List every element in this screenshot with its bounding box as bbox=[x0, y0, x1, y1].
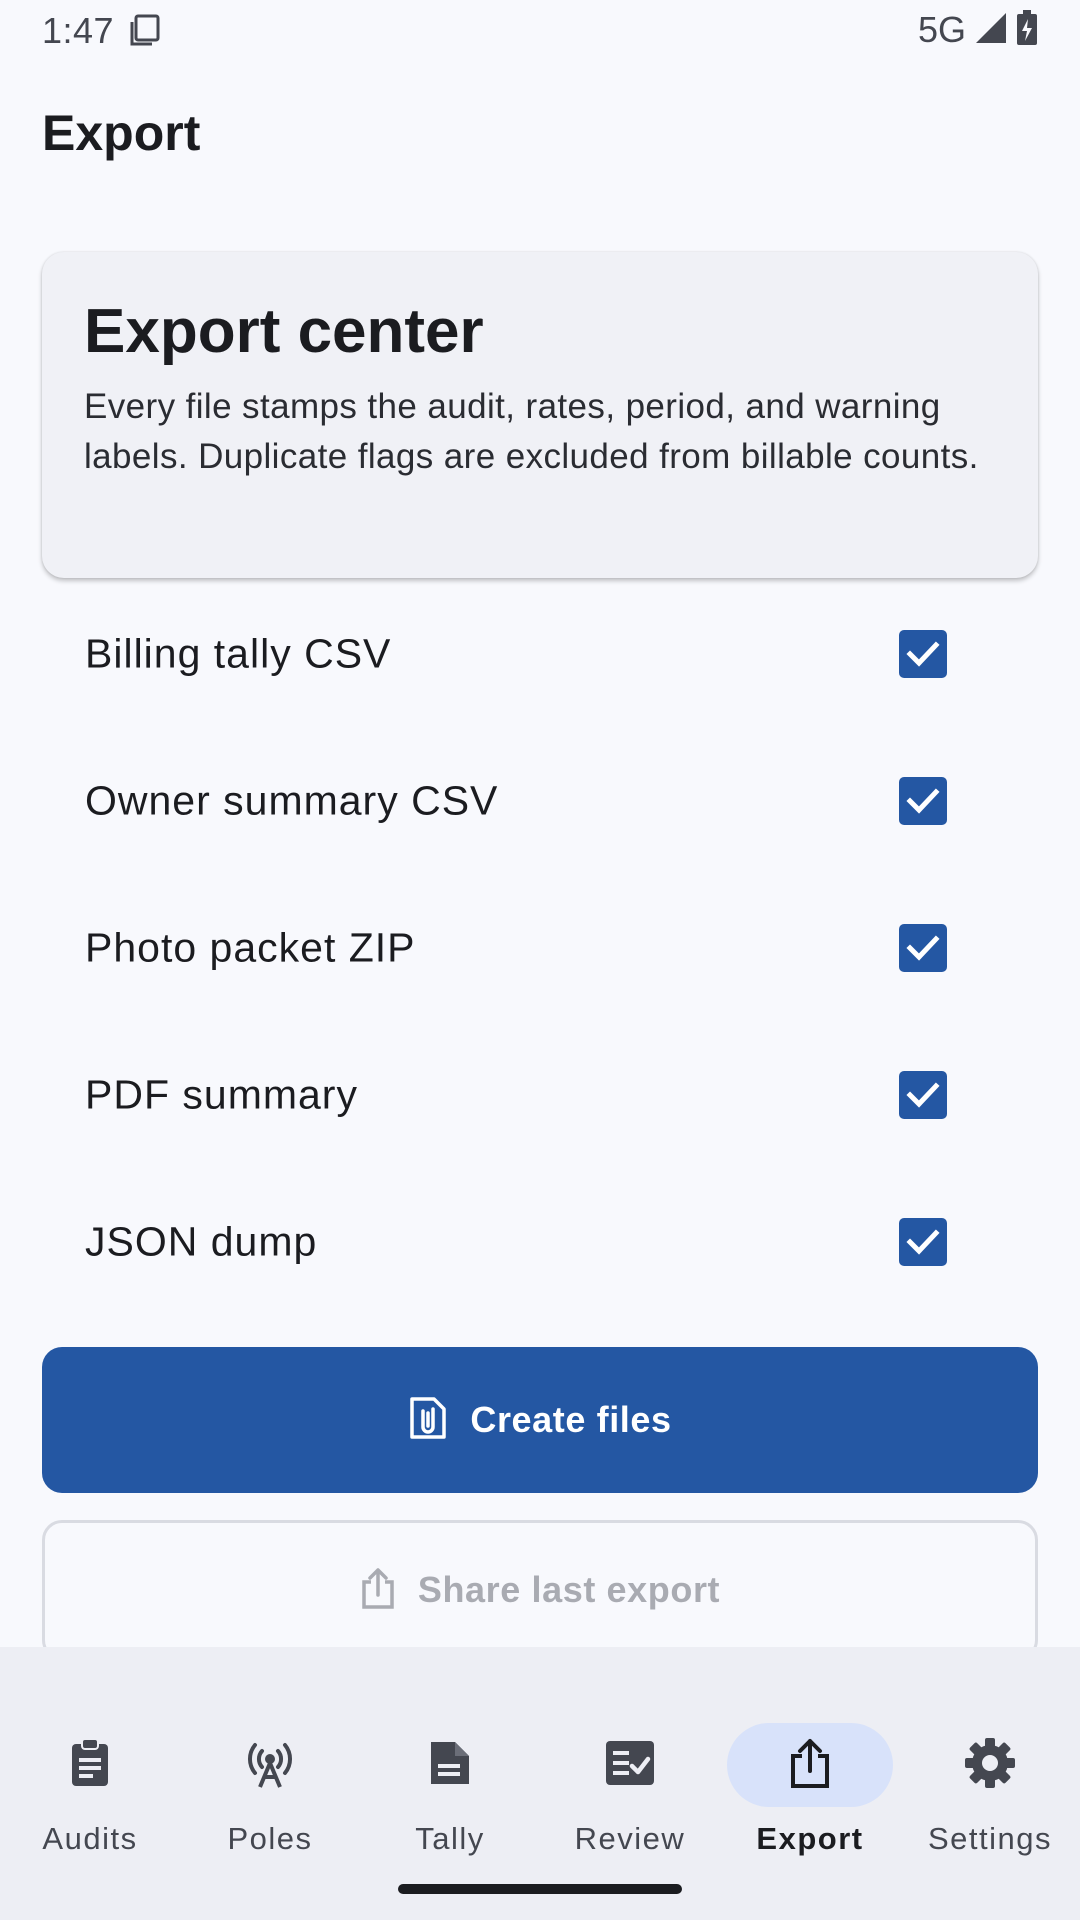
page-title: Export bbox=[42, 105, 201, 161]
export-options-list: Billing tally CSV Owner summary CSV Phot… bbox=[0, 580, 1080, 1315]
battery-icon bbox=[1016, 9, 1038, 51]
share-last-export-button[interactable]: Share last export bbox=[42, 1520, 1038, 1660]
option-label: JSON dump bbox=[85, 1218, 318, 1264]
nav-label: Poles bbox=[227, 1821, 313, 1856]
card-description: Every file stamps the audit, rates, peri… bbox=[84, 387, 979, 476]
status-icons: 5G bbox=[917, 9, 1038, 51]
nav-item-tally[interactable]: Tally bbox=[360, 1685, 540, 1856]
nav-pill bbox=[7, 1723, 173, 1807]
nav-pill bbox=[907, 1723, 1073, 1807]
status-time: 1:47 bbox=[42, 10, 115, 51]
share-icon bbox=[360, 1566, 396, 1615]
nav-item-audits[interactable]: Audits bbox=[0, 1685, 180, 1856]
checklist-icon bbox=[604, 1739, 656, 1792]
attach-file-icon bbox=[408, 1395, 448, 1446]
option-label: Billing tally CSV bbox=[85, 630, 392, 676]
create-files-button[interactable]: Create files bbox=[42, 1347, 1038, 1493]
checkbox-checked[interactable] bbox=[899, 629, 947, 678]
nav-item-review[interactable]: Review bbox=[540, 1685, 720, 1856]
export-center-card: Export center Every file stamps the audi… bbox=[42, 252, 1038, 578]
checkbox-checked[interactable] bbox=[899, 776, 947, 825]
option-billing-tally-csv[interactable]: Billing tally CSV bbox=[0, 580, 1080, 727]
checkbox-checked[interactable] bbox=[899, 1070, 947, 1119]
checkbox-checked[interactable] bbox=[899, 1217, 947, 1266]
antenna-icon bbox=[242, 1737, 298, 1794]
clipboard-icon bbox=[66, 1737, 114, 1793]
option-label: PDF summary bbox=[85, 1071, 358, 1117]
nav-item-poles[interactable]: Poles bbox=[180, 1685, 360, 1856]
home-indicator bbox=[398, 1884, 682, 1894]
network-type: 5G bbox=[917, 9, 966, 50]
nav-pill bbox=[547, 1723, 713, 1807]
nav-label: Audits bbox=[42, 1821, 138, 1856]
note-icon bbox=[427, 1738, 473, 1793]
nav-pill bbox=[367, 1723, 533, 1807]
nav-item-settings[interactable]: Settings bbox=[900, 1685, 1080, 1856]
nav-label: Settings bbox=[927, 1821, 1052, 1856]
option-pdf-summary[interactable]: PDF summary bbox=[0, 1021, 1080, 1168]
share-last-export-label: Share last export bbox=[417, 1569, 721, 1610]
option-json-dump[interactable]: JSON dump bbox=[0, 1168, 1080, 1315]
checkbox-checked[interactable] bbox=[899, 923, 947, 972]
option-label: Photo packet ZIP bbox=[85, 924, 416, 970]
share-icon bbox=[787, 1736, 833, 1795]
nav-item-export[interactable]: Export bbox=[720, 1685, 900, 1856]
option-label: Owner summary CSV bbox=[85, 777, 499, 823]
nav-label: Export bbox=[756, 1821, 864, 1856]
create-files-label: Create files bbox=[470, 1399, 672, 1440]
notification-icon bbox=[128, 14, 162, 48]
nav-label: Tally bbox=[415, 1821, 485, 1856]
bottom-navigation: Audits Poles Tally Review Export Setting… bbox=[0, 1647, 1080, 1920]
option-owner-summary-csv[interactable]: Owner summary CSV bbox=[0, 727, 1080, 874]
nav-label: Review bbox=[574, 1821, 686, 1856]
signal-icon bbox=[974, 11, 1008, 50]
export-screen: 1:47 5G Export Export center Every file … bbox=[0, 0, 1080, 1920]
option-photo-packet-zip[interactable]: Photo packet ZIP bbox=[0, 874, 1080, 1021]
status-bar: 1:47 5G bbox=[0, 0, 1080, 62]
nav-pill-active bbox=[727, 1723, 893, 1807]
nav-pill bbox=[187, 1723, 353, 1807]
card-title: Export center bbox=[84, 297, 484, 366]
gear-icon bbox=[964, 1737, 1016, 1794]
